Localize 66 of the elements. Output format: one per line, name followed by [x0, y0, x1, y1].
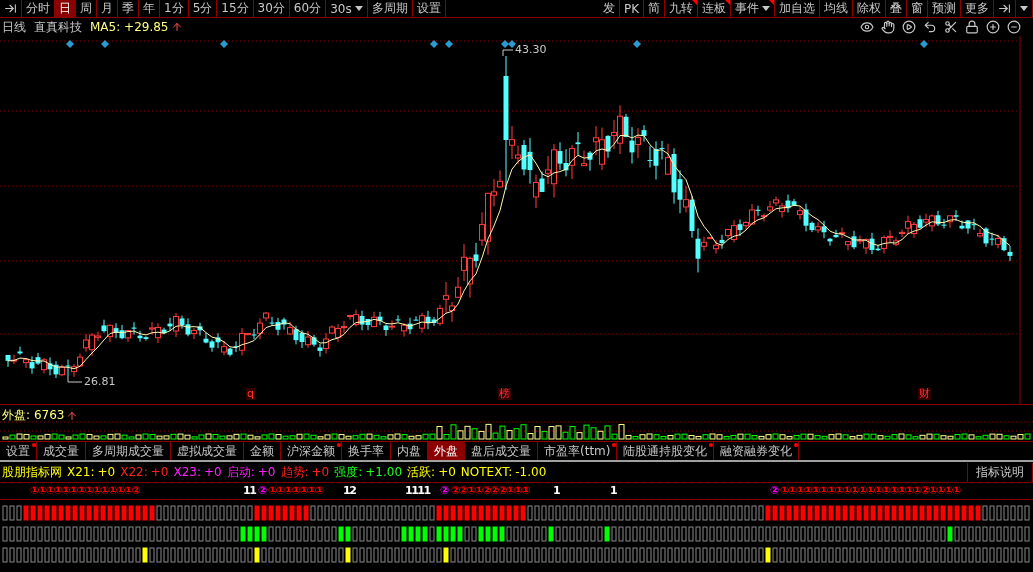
toolbar-button[interactable]: 更多: [961, 0, 994, 17]
indicator-label: X22:: [120, 465, 148, 479]
signal-text: ②: [440, 484, 448, 497]
indicator-label: 趋势:: [280, 463, 309, 481]
ma-value: MA5: +29.85: [90, 20, 169, 34]
indicator-value: -1.00: [515, 465, 547, 479]
period-button[interactable]: 5分: [188, 0, 218, 17]
indicator-name: 股朋指标网: [2, 463, 62, 481]
period-button[interactable]: 多周期: [367, 0, 413, 17]
event-marker[interactable]: 榜: [498, 388, 511, 400]
toolbar-button[interactable]: PK: [619, 0, 644, 17]
signal-text: ②: [258, 484, 266, 497]
toolbar-button[interactable]: 叠: [886, 0, 907, 17]
indicator-value: +0: [257, 465, 276, 479]
signal-text: ①①①①①①①①①①①①①①①①①①②①①①①: [780, 484, 960, 497]
indicator-value: +0: [311, 465, 330, 479]
period-button[interactable]: 月: [97, 0, 118, 17]
signal-text: ②: [770, 484, 778, 497]
period-button[interactable]: 年: [139, 0, 160, 17]
toolbar-button[interactable]: 发: [598, 0, 620, 17]
help-button[interactable]: 指标说明: [967, 462, 1033, 482]
period-button[interactable]: 30分: [253, 0, 290, 17]
toolbar-button[interactable]: 预测: [928, 0, 961, 17]
signal-text: ①①①①①①①: [268, 484, 323, 497]
indicator-label: 活跃:: [407, 463, 436, 481]
period-button[interactable]: 15分: [217, 0, 254, 17]
signal-text: 11: [243, 484, 256, 497]
indicator-label: 启动:: [226, 463, 255, 481]
indicator-label: X23:: [173, 465, 202, 479]
indicator-label: NOTEXT:: [460, 465, 513, 479]
period-button[interactable]: 周: [76, 0, 97, 17]
indicator-label: X21:: [67, 465, 95, 479]
volume-label: 外盘: 6763: [2, 407, 65, 424]
event-marker[interactable]: q: [246, 388, 255, 400]
indicator-value: +0: [97, 465, 116, 479]
period-button[interactable]: 日: [55, 0, 76, 17]
period-button[interactable]: 季: [118, 0, 139, 17]
toolbar-button[interactable]: 简: [644, 0, 665, 17]
event-marker[interactable]: 财: [918, 388, 931, 400]
low-price-label: 26.81: [84, 376, 116, 388]
toolbar-button[interactable]: 除权: [853, 0, 886, 17]
period-label: 日线: [2, 18, 26, 36]
indicator-value: +0: [438, 465, 456, 479]
toolbar-button[interactable]: 连板: [698, 0, 731, 17]
signal-text: 1: [553, 484, 560, 497]
signal-text: 12: [343, 484, 356, 497]
toolbar-button[interactable]: 九转: [665, 0, 698, 17]
toolbar-button[interactable]: 窗: [907, 0, 928, 17]
signal-text: 1: [610, 484, 617, 497]
signal-text: ②②①①②②②①①①: [451, 484, 530, 497]
indicator-value: +1.00: [365, 465, 403, 479]
signal-text: ①①①①①①①①①①①①①②: [30, 484, 140, 497]
indicator-tab[interactable]: 外盘: [428, 442, 465, 460]
indicator-value: +0: [204, 465, 222, 479]
signal-text: 1111: [405, 484, 430, 497]
indicator-label: 强度:: [334, 463, 363, 481]
indicator-value: +0: [150, 465, 169, 479]
toolbar-button[interactable]: 事件: [731, 0, 775, 17]
period-button[interactable]: 设置: [412, 0, 446, 17]
stock-name: 直真科技: [34, 18, 82, 36]
period-button[interactable]: 1分: [160, 0, 189, 17]
toolbar-button[interactable]: 均线: [820, 0, 853, 17]
toolbar-button[interactable]: 加自选: [775, 0, 820, 17]
period-button[interactable]: 60分: [289, 0, 327, 17]
high-price-label: 43.30: [515, 44, 547, 56]
period-button[interactable]: 30s: [326, 0, 368, 17]
